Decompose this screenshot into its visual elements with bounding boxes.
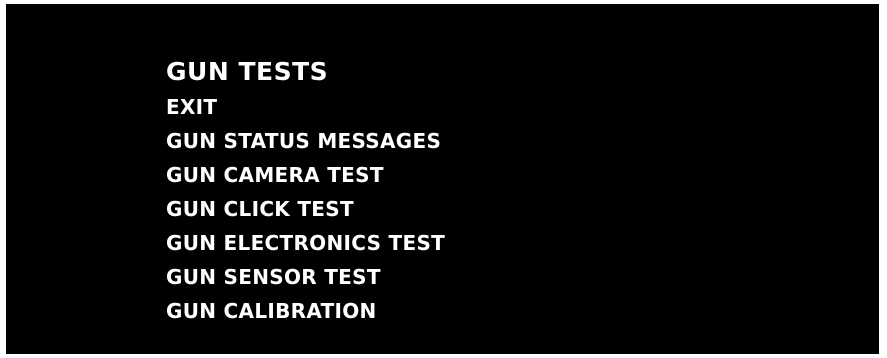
menu-item-exit[interactable]: EXIT [166,90,445,124]
menu-item-gun-status-messages[interactable]: GUN STATUS MESSAGES [166,124,445,158]
gun-tests-menu: GUN TESTS EXIT GUN STATUS MESSAGES GUN C… [166,56,445,328]
menu-item-gun-electronics-test[interactable]: GUN ELECTRONICS TEST [166,226,445,260]
menu-title: GUN TESTS [166,57,329,86]
menu-item-list: EXIT GUN STATUS MESSAGES GUN CAMERA TEST… [166,90,445,328]
menu-item-gun-calibration[interactable]: GUN CALIBRATION [166,294,445,328]
test-menu-screen: GUN TESTS EXIT GUN STATUS MESSAGES GUN C… [6,4,879,354]
menu-item-gun-camera-test[interactable]: GUN CAMERA TEST [166,158,445,192]
menu-item-gun-sensor-test[interactable]: GUN SENSOR TEST [166,260,445,294]
menu-item-gun-click-test[interactable]: GUN CLICK TEST [166,192,445,226]
